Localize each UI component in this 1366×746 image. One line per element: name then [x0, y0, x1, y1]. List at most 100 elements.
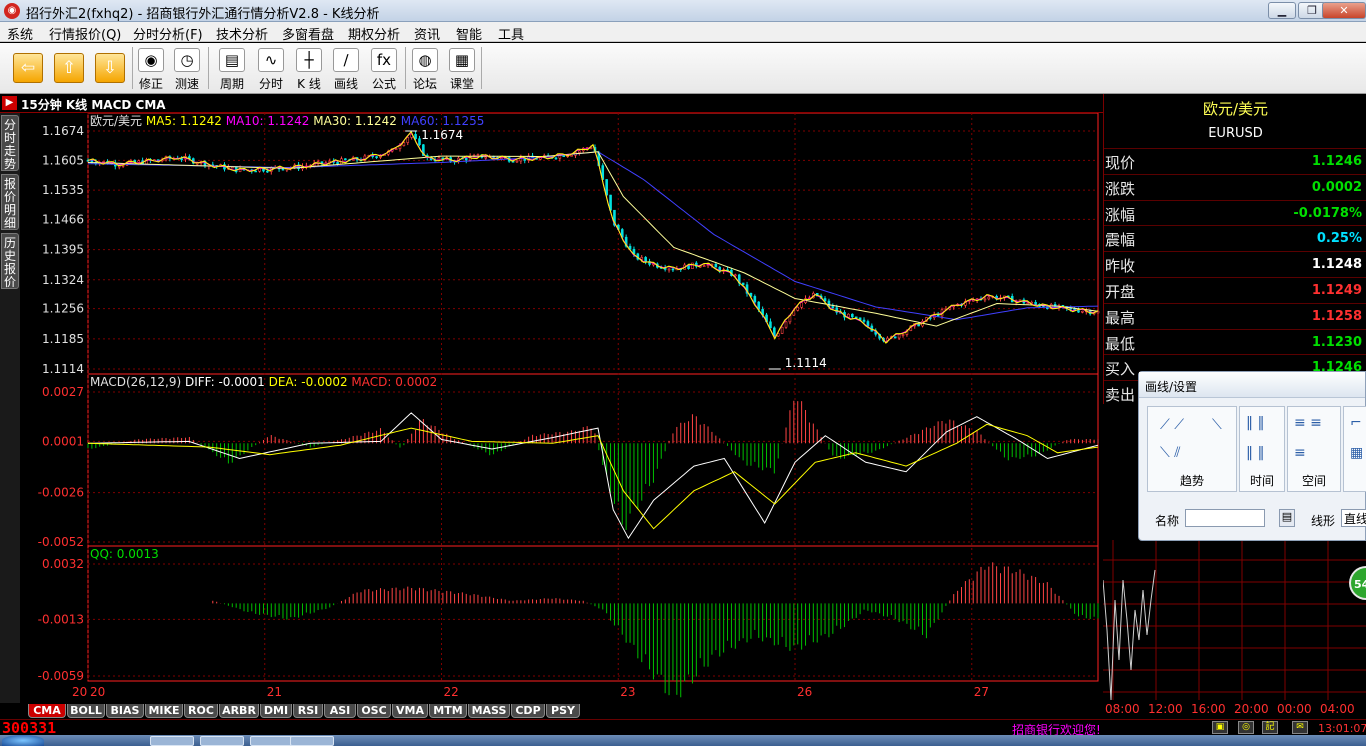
xaxis-date-label: 22 [444, 685, 459, 699]
kline-chart[interactable]: 1.1674 1.1605 1.1535 1.1466 1.1395 1.1324 1.12… [20, 113, 1103, 703]
percent-line-icon[interactable]: ≡ ≡ [1294, 415, 1322, 431]
network-icon[interactable]: ▣ [1212, 721, 1228, 734]
formula-button[interactable]: fx 公式 [366, 45, 402, 93]
menu-options[interactable]: 期权分析 [348, 24, 400, 43]
linetype-select[interactable]: 直线 [1341, 509, 1366, 527]
menu-multiwindow[interactable]: 多窗看盘 [282, 24, 334, 43]
start-button[interactable] [2, 735, 44, 746]
up-arrow-button[interactable]: ⇧ [51, 45, 87, 93]
classroom-button[interactable]: ▦ 课堂 [444, 45, 480, 93]
note-icon[interactable]: 記 [1262, 721, 1278, 734]
indicator-tab-osc[interactable]: OSC [357, 704, 391, 718]
tab-history-quote[interactable]: 历史报价 [1, 233, 19, 289]
menu-tools[interactable]: 工具 [498, 24, 524, 43]
forum-icon: ◍ [412, 48, 438, 72]
alarm-icon[interactable]: ◎ [1238, 721, 1254, 734]
indicator-tab-roc[interactable]: ROC [184, 704, 218, 718]
menu-timeshare[interactable]: 分时分析(F) [133, 24, 203, 43]
candle-body [753, 296, 757, 303]
candle-body [375, 156, 378, 158]
tab-quote-detail[interactable]: 报价明细 [1, 174, 19, 230]
indicator-tab-bias[interactable]: BIAS [106, 704, 144, 718]
down-arrow-button[interactable]: ⇩ [92, 45, 128, 93]
ray-icon[interactable]: ⟍ [1212, 417, 1222, 433]
forum-label: 论坛 [412, 77, 437, 91]
taskbar-item[interactable] [250, 736, 294, 746]
kline-button[interactable]: ┼ K 线 [291, 45, 327, 93]
indicator-tab-arbr[interactable]: ARBR [219, 704, 259, 718]
candle-body [702, 265, 706, 267]
speedtest-button[interactable]: ◷ 测速 [169, 45, 205, 93]
taskbar-item[interactable] [200, 736, 244, 746]
candle-body [406, 137, 410, 143]
correct-label: 修正 [138, 77, 163, 91]
more-group[interactable]: ⌐ ▦ [1343, 406, 1366, 492]
forum-button[interactable]: ◍ 论坛 [407, 45, 443, 93]
candle-body [784, 321, 788, 328]
gann-icon[interactable]: ≡ [1294, 445, 1306, 461]
box-icon[interactable]: ⌐ [1350, 415, 1362, 431]
indicator-tab-boll[interactable]: BOLL [67, 704, 105, 718]
name-input[interactable] [1185, 509, 1265, 527]
quote-label: 昨收 [1105, 257, 1136, 276]
pick-button[interactable]: ▤ [1279, 509, 1295, 527]
menu-quotes[interactable]: 行情报价(Q) [49, 24, 121, 43]
indicator-tab-mtm[interactable]: MTM [429, 704, 467, 718]
taskbar-item[interactable] [150, 736, 194, 746]
mini-time-label: 16:00 [1191, 702, 1226, 716]
indicator-tab-psy[interactable]: PSY [546, 704, 580, 718]
candle-body [851, 313, 854, 318]
period-button[interactable]: ▤ 周期 [214, 45, 250, 93]
indicator-tab-dmi[interactable]: DMI [260, 704, 292, 718]
quote-value: 1.1258 [1311, 308, 1362, 324]
mini-time-label: 20:00 [1234, 702, 1269, 716]
quote-row: 最低 1.1230 [1104, 328, 1366, 354]
xaxis-first-label: 20 [72, 685, 87, 699]
qq-axis-tick: -0.0059 [38, 669, 84, 683]
quote-value: 0.0002 [1311, 179, 1362, 195]
back-arrow-button[interactable]: ⇦ [10, 45, 46, 93]
indicator-tab-cma[interactable]: CMA [28, 704, 66, 718]
menu-news[interactable]: 资讯 [414, 24, 440, 43]
price-axis-tick: 1.1395 [42, 243, 84, 257]
candle-body [484, 156, 488, 159]
timeshare-label: 分时 [258, 77, 283, 91]
space-group[interactable]: ≡ ≡ ≡ 空间 [1287, 406, 1341, 492]
indicator-tab-asi[interactable]: ASI [324, 704, 356, 718]
indicator-tab-cdp[interactable]: CDP [511, 704, 545, 718]
drawline-button[interactable]: ∕ 画线 [328, 45, 364, 93]
channel-icon[interactable]: ⟍ ⫽ [1160, 445, 1181, 461]
minimize-button[interactable]: ▁ [1268, 2, 1296, 19]
mini-timeshare-chart[interactable]: 08:00 12:00 16:00 20:00 00:00 04:00 [1103, 540, 1366, 719]
cycle-icon[interactable]: ‖ ‖ [1246, 415, 1264, 431]
menu-system[interactable]: 系统 [7, 24, 33, 43]
taskbar-item[interactable] [290, 736, 334, 746]
fibo-time-icon[interactable]: ‖ ‖ [1246, 445, 1264, 461]
menu-technical[interactable]: 技术分析 [216, 24, 268, 43]
close-button[interactable]: ✕ [1322, 2, 1366, 19]
formula-label: 公式 [371, 77, 396, 91]
timeshare-button[interactable]: ∿ 分时 [253, 45, 289, 93]
menu-smart[interactable]: 智能 [456, 24, 482, 43]
indicator-tab-rsi[interactable]: RSI [293, 704, 323, 718]
indicator-tab-mass[interactable]: MASS [468, 704, 510, 718]
candle-body [117, 165, 121, 168]
classroom-label: 课堂 [449, 77, 474, 91]
indicator-tab-vma[interactable]: VMA [392, 704, 428, 718]
trend-group[interactable]: ⟋ ⟋ ⟍ ⟍ ⫽ 趋势 [1147, 406, 1237, 492]
tab-timeshare[interactable]: 分时走势 [1, 115, 19, 171]
indicator-tab-mike[interactable]: MIKE [145, 704, 183, 718]
time-group[interactable]: ‖ ‖ ‖ ‖ 时间 [1239, 406, 1285, 492]
candle-body [230, 166, 234, 169]
correct-button[interactable]: ◉ 修正 [133, 45, 169, 93]
candle-body [714, 263, 718, 268]
xaxis-date-label: 27 [974, 685, 989, 699]
toolbar-divider [405, 47, 406, 89]
window-title: 招行外汇2(fxhq2) - 招商银行外汇通行情分析V2.8 - K线分析 [26, 7, 380, 22]
qq-axis-tick: 0.0032 [42, 557, 84, 571]
message-icon[interactable]: ✉ [1292, 721, 1308, 734]
trendline-icon[interactable]: ⟋ ⟋ [1160, 417, 1184, 433]
grid-icon[interactable]: ▦ [1350, 445, 1363, 461]
candle-body [137, 160, 140, 163]
exit-icon[interactable]: ▶ [2, 96, 17, 110]
